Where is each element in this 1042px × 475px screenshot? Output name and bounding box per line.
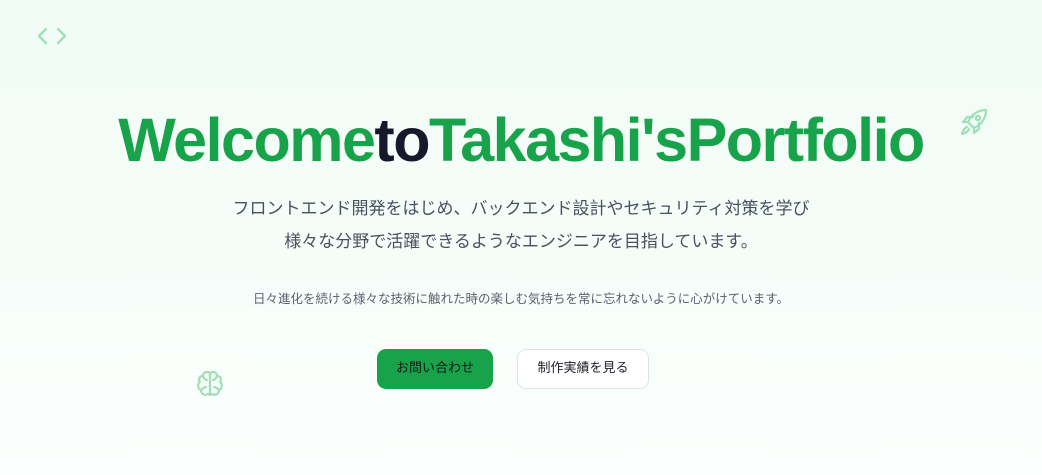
lead-line-1: フロントエンド開発をはじめ、バックエンド設計やセキュリティ対策を学び	[232, 199, 810, 219]
lead-line-2: 様々な分野で活躍できるようなエンジニアを目指しています。	[284, 232, 758, 252]
view-works-button[interactable]: 制作実績を見る	[517, 349, 649, 389]
hero-title: WelcometoTakashi'sPortfolio	[0, 98, 1042, 182]
title-name: Takashi's	[428, 106, 688, 174]
contact-button[interactable]: お問い合わせ	[377, 349, 493, 389]
title-portfolio: Portfolio	[686, 106, 926, 174]
title-to: to	[374, 106, 430, 174]
title-welcome: Welcome	[118, 106, 376, 174]
hero-lead: フロントエンド開発をはじめ、バックエンド設計やセキュリティ対策を学び 様々な分野…	[0, 193, 1042, 259]
hero-section: WelcometoTakashi'sPortfolio フロントエンド開発をはじ…	[0, 0, 1042, 475]
hero-subtext: 日々進化を続ける様々な技術に触れた時の楽しむ気持ちを常に忘れないように心がけてい…	[252, 291, 789, 306]
